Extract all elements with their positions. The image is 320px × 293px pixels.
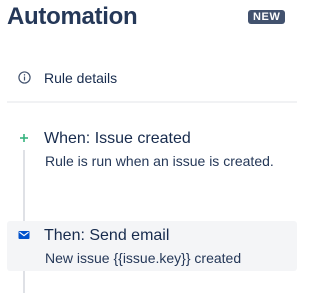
rule-details-label: Rule details [44, 70, 118, 86]
action-step[interactable]: Then: Send email New issue {{issue.key}}… [7, 221, 297, 271]
trigger-step-title: When: Issue created [44, 130, 191, 147]
rule-details-link[interactable]: Rule details [0, 63, 307, 95]
trigger-step[interactable]: When: Issue created Rule is run when an … [7, 124, 297, 174]
divider [7, 101, 297, 103]
plus-icon [20, 134, 28, 142]
action-step-description: New issue {{issue.key}} created [45, 250, 242, 266]
automation-panel: Automation NEW Rule details When: Issue … [0, 0, 307, 293]
mail-icon [18, 231, 30, 239]
action-step-title: Then: Send email [44, 227, 170, 244]
page-title: Automation [7, 3, 138, 30]
panel-header: Automation NEW [0, 0, 307, 40]
info-icon [18, 71, 31, 84]
trigger-step-description: Rule is run when an issue is created. [45, 153, 274, 169]
new-badge: NEW [248, 10, 286, 24]
